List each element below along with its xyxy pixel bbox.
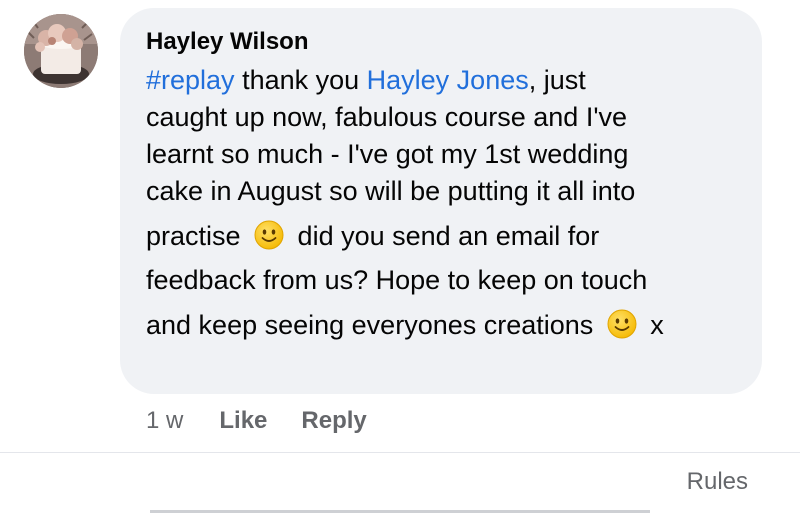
comment-line: cake in August so will be putting it all… xyxy=(146,173,740,210)
comment-text-segment: learnt so much - I've got my 1st wedding xyxy=(146,139,629,169)
comment-timestamp[interactable]: 1 w xyxy=(146,407,183,435)
comment-line: caught up now, fabulous course and I've xyxy=(146,99,740,136)
comment-text-segment: practise xyxy=(146,221,249,251)
rules-link[interactable]: Rules xyxy=(687,468,748,496)
comment-line: learnt so much - I've got my 1st wedding xyxy=(146,136,740,173)
comment-line: and keep seeing everyones creations x xyxy=(146,299,740,351)
reply-button[interactable]: Reply xyxy=(301,407,366,435)
mention-link[interactable]: Hayley Jones xyxy=(367,65,529,95)
comment-text-segment: cake in August so will be putting it all… xyxy=(146,176,636,206)
comment-bubble: Hayley Wilson #replay thank you Hayley J… xyxy=(120,8,762,394)
comment-line: #replay thank you Hayley Jones, just xyxy=(146,62,740,99)
slightly-smiling-face-icon xyxy=(254,220,284,250)
comment-text-segment: thank you xyxy=(234,65,367,95)
comment-text-segment: x xyxy=(642,310,664,340)
comment-line: feedback from us? Hope to keep on touch xyxy=(146,262,740,299)
comment-text: #replay thank you Hayley Jones, just caug… xyxy=(146,62,740,351)
hashtag-link[interactable]: #replay xyxy=(146,65,235,95)
avatar[interactable] xyxy=(24,14,98,88)
comment-text-segment: and keep seeing everyones creations xyxy=(146,310,601,340)
comment-text-segment: did you send an email for xyxy=(290,221,600,251)
comment-text-segment: , just xyxy=(528,65,586,95)
comment-actions: 1 w Like Reply xyxy=(146,404,401,438)
comment-author[interactable]: Hayley Wilson xyxy=(146,22,740,62)
comment-text-segment: caught up now, fabulous course and I've xyxy=(146,102,627,132)
slightly-smiling-face-icon xyxy=(607,309,637,339)
wedding-cake-photo-icon xyxy=(24,14,98,88)
comment-text-segment: feedback from us? Hope to keep on touch xyxy=(146,265,648,295)
divider xyxy=(0,452,800,453)
comment-line: practise did you send an email for xyxy=(146,210,740,262)
like-button[interactable]: Like xyxy=(219,407,267,435)
